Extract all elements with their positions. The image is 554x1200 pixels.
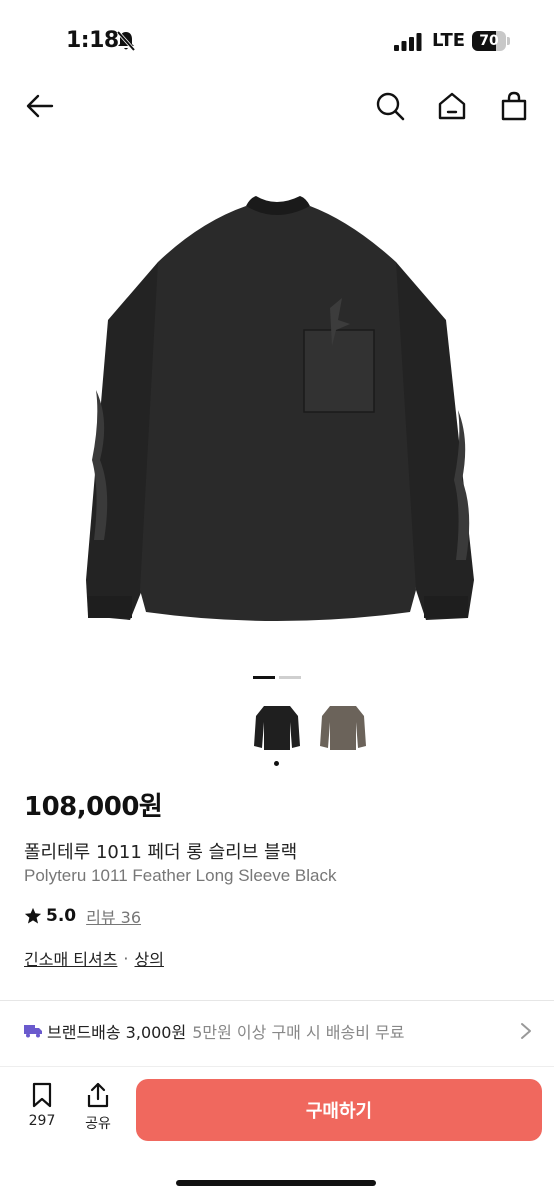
product-price: 108,000원: [24, 792, 163, 822]
back-arrow-icon: [26, 94, 54, 118]
search-icon: [376, 92, 405, 121]
share-button[interactable]: 공유: [74, 1081, 122, 1141]
battery-indicator: 70: [472, 31, 510, 51]
color-thumbnail-black[interactable]: [252, 700, 302, 755]
home-button[interactable]: [430, 84, 474, 128]
truck-icon: [24, 1025, 42, 1038]
cart-button[interactable]: [492, 84, 536, 128]
image-pager: [253, 676, 303, 679]
save-button[interactable]: 297: [18, 1081, 66, 1141]
selected-color-dot: [274, 761, 279, 766]
rating-value: 5.0: [46, 906, 77, 926]
star-icon: [24, 907, 42, 924]
back-button[interactable]: [18, 84, 62, 128]
divider: [0, 1000, 554, 1001]
category-link-tops[interactable]: 상의: [135, 946, 164, 970]
network-label: LTE: [432, 30, 466, 51]
category-link-longsleeve[interactable]: 긴소매 티셔츠: [24, 946, 117, 970]
color-thumbnail-brown[interactable]: [318, 700, 368, 755]
product-name-korean: 폴리테루 1011 페더 롱 슬리브 블랙: [24, 842, 298, 863]
signal-icon: [394, 33, 422, 51]
shopping-bag-icon: [501, 91, 527, 121]
status-time: 1:18: [66, 28, 119, 53]
product-image[interactable]: [0, 160, 554, 660]
category-breadcrumb: 긴소매 티셔츠 · 상의: [24, 946, 164, 970]
home-indicator: [176, 1180, 376, 1186]
pager-inactive: [279, 676, 301, 679]
rating-row: 5.0 리뷰 36: [24, 904, 141, 928]
review-count-link[interactable]: 리뷰 36: [86, 904, 141, 928]
status-bar: 1:18 LTE 70: [0, 0, 554, 84]
search-button[interactable]: [368, 84, 412, 128]
shipping-info-row[interactable]: 브랜드배송 3,000원 5만원 이상 구매 시 배송비 무료: [24, 1016, 534, 1046]
pager-active: [253, 676, 275, 679]
product-name-english: Polyteru 1011 Feather Long Sleeve Black: [24, 866, 337, 885]
share-icon: [87, 1082, 109, 1108]
bell-muted-icon: [116, 30, 136, 52]
shipping-fee: 브랜드배송 3,000원: [47, 1023, 187, 1042]
share-label: 공유: [85, 1116, 111, 1132]
shirt-illustration: [86, 196, 474, 621]
battery-level: 70: [479, 33, 499, 49]
chevron-right-icon: [521, 1023, 531, 1039]
save-count: 297: [28, 1113, 56, 1129]
buy-button[interactable]: 구매하기: [136, 1079, 542, 1141]
free-shipping-note: 5만원 이상 구매 시 배송비 무료: [192, 1023, 405, 1042]
category-separator: ·: [123, 948, 129, 968]
nav-bar: [0, 84, 554, 130]
home-icon: [438, 92, 466, 120]
bookmark-icon: [32, 1082, 52, 1108]
